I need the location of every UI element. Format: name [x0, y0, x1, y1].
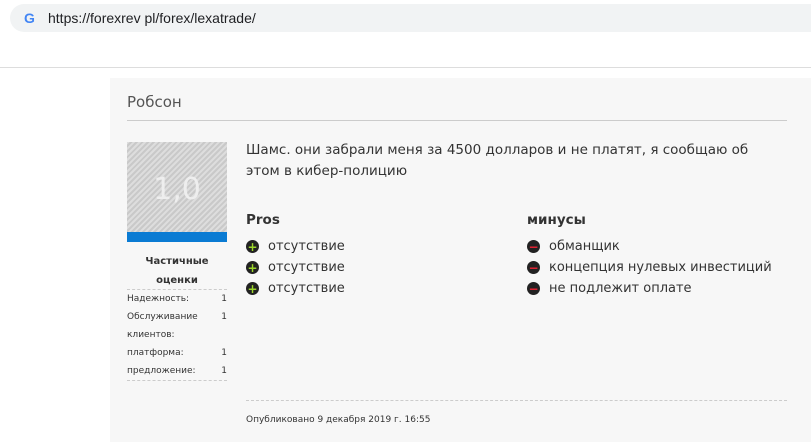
pros-item-text: отсутствие	[268, 239, 345, 254]
minus-circle-icon: −	[527, 260, 540, 275]
cons-item: − концепция нулевых инвестиций	[527, 257, 772, 278]
partial-ratings-title: Частичные оценки	[145, 256, 209, 286]
pros-item-text: отсутствие	[268, 281, 345, 296]
rating-label: Надежность:	[127, 294, 190, 304]
pros-item: + отсутствие	[246, 257, 345, 278]
cons-item-text: не подлежит оплате	[549, 281, 692, 296]
cons-item: − обманщик	[527, 236, 772, 257]
plus-circle-icon: +	[246, 239, 259, 254]
rating-row: предложение: 1	[127, 362, 227, 380]
rating-value: 1	[221, 294, 227, 304]
rating-value: 1	[221, 312, 227, 322]
cons-list: минусы − обманщик − концепция нулевых инвест…	[527, 212, 772, 299]
pros-item-text: отсутствие	[268, 260, 345, 275]
google-icon: G	[24, 10, 35, 26]
cons-item: − не подлежит оплате	[527, 278, 772, 299]
plus-circle-icon: +	[246, 260, 259, 275]
score-value: 1,0	[153, 172, 201, 207]
score-box: 1,0	[127, 142, 227, 242]
rating-label: Обслуживание клиентов:	[127, 312, 198, 340]
divider	[0, 67, 811, 68]
rating-row: Обслуживание клиентов: 1	[127, 308, 227, 344]
minus-circle-icon: −	[527, 239, 540, 254]
pros-item: + отсутствие	[246, 236, 345, 257]
divider	[127, 120, 787, 121]
cons-title: минусы	[527, 212, 586, 228]
rating-value: 1	[221, 366, 227, 376]
pros-item: + отсутствие	[246, 278, 345, 299]
review-card: Робсон 1,0 Частичные оценки Надежность: 1…	[110, 78, 811, 442]
rating-label: предложение:	[127, 366, 196, 376]
pros-title: Pros	[246, 212, 280, 228]
rating-value: 1	[221, 348, 227, 358]
published-date: Опубликовано 9 декабря 2019 г. 16:55	[246, 400, 787, 425]
rating-row: платформа: 1	[127, 344, 227, 362]
review-author: Робсон	[127, 93, 182, 111]
cons-item-text: концепция нулевых инвестиций	[549, 260, 772, 275]
pros-list: Pros + отсутствие + отсутствие + отсутствие	[246, 212, 345, 299]
plus-circle-icon: +	[246, 281, 259, 296]
minus-circle-icon: −	[527, 281, 540, 296]
rating-row: Надежность: 1	[127, 290, 227, 308]
rating-label: платформа:	[127, 348, 184, 358]
cons-item-text: обманщик	[549, 239, 620, 254]
score-bar	[127, 232, 227, 242]
review-text: Шамс. они забрали меня за 4500 долларов …	[246, 142, 749, 179]
ratings-list: Надежность: 1 Обслуживание клиентов: 1 платф…	[127, 289, 227, 381]
address-bar[interactable]: G https://forexrev pl/forex/lexatrade/	[10, 4, 811, 32]
url-text[interactable]: https://forexrev pl/forex/lexatrade/	[48, 10, 256, 26]
